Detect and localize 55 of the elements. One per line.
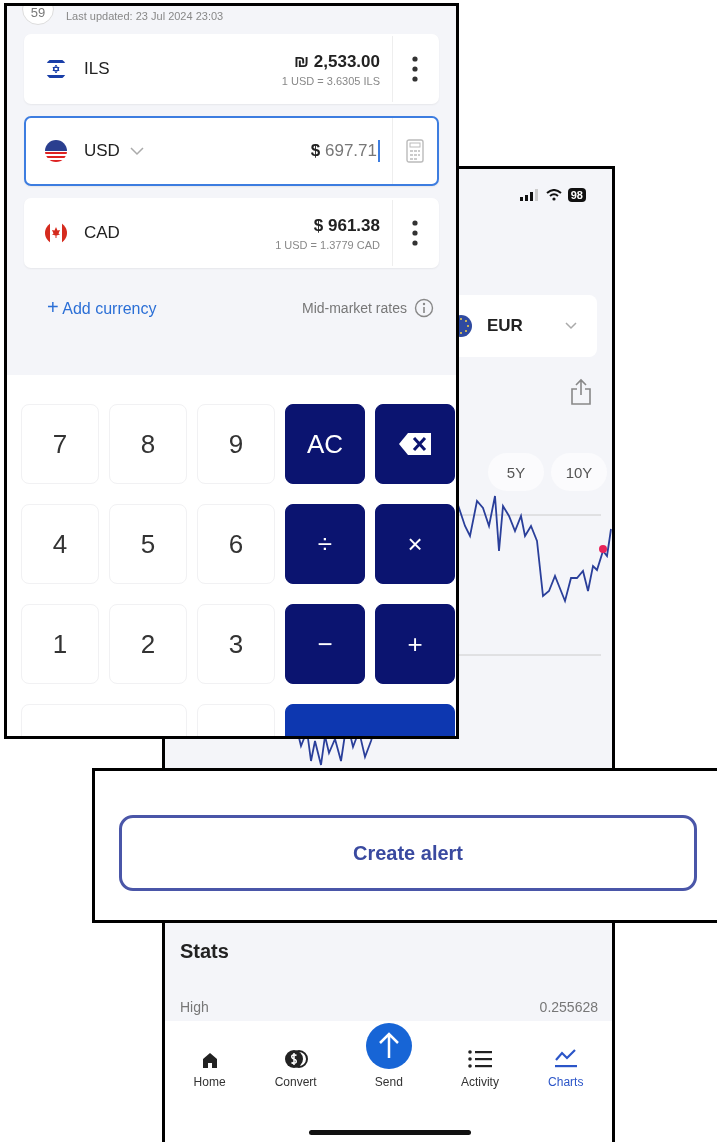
currency-card[interactable]: CAD $ 961.38 1 USD = 1.3779 CAD xyxy=(24,198,439,268)
keypad-key[interactable]: 7 xyxy=(21,404,99,484)
amount-field[interactable]: $ 697.71 xyxy=(310,140,380,162)
list-icon xyxy=(466,1049,493,1069)
keypad-key[interactable]: 8 xyxy=(109,404,187,484)
tab-bar-item[interactable]: Charts xyxy=(544,1021,588,1089)
keypad-key[interactable]: − xyxy=(285,604,365,684)
backspace-key[interactable] xyxy=(375,404,455,484)
currency-selector[interactable]: EUR xyxy=(459,295,597,357)
currency-card[interactable]: ILS ₪ 2,533.00 1 USD = 3.6305 ILS xyxy=(24,34,439,104)
keypad-key[interactable]: + xyxy=(375,604,455,684)
us-flag-icon xyxy=(44,139,68,163)
keypad-key[interactable]: 2 xyxy=(109,604,187,684)
share-icon xyxy=(570,378,592,406)
keypad-key[interactable]: 5 xyxy=(109,504,187,584)
signal-icon xyxy=(519,189,540,201)
keypad-key[interactable]: 6 xyxy=(197,504,275,584)
more-icon[interactable] xyxy=(412,56,418,82)
tab-bar-item[interactable]: Convert xyxy=(270,1021,321,1089)
range-chip[interactable]: 5Y xyxy=(488,453,544,491)
battery-icon: 98 xyxy=(567,188,586,202)
create-alert-button[interactable]: Create alert xyxy=(119,815,697,891)
keypad-key[interactable]: × xyxy=(375,504,455,584)
stat-label: High xyxy=(180,999,209,1015)
last-updated-text: Last updated: 23 Jul 2024 23:03 xyxy=(66,10,224,22)
exchange-rate: 1 USD = 3.6305 ILS xyxy=(281,74,380,87)
currency-amount: ₪ 2,533.00 xyxy=(294,51,380,72)
keypad-key[interactable]: AC xyxy=(285,404,365,484)
tab-bar-item[interactable]: Send xyxy=(361,1021,416,1089)
keypad-key[interactable]: ÷ xyxy=(285,504,365,584)
count-badge: 59 xyxy=(22,6,54,25)
keypad-key[interactable]: 9 xyxy=(197,404,275,484)
tab-bar-item[interactable]: Home xyxy=(189,1021,230,1089)
calculator-icon[interactable] xyxy=(406,139,424,163)
range-chip[interactable]: 10Y xyxy=(551,453,607,491)
rates-note: Mid-market rates xyxy=(301,299,407,316)
currency-card[interactable]: USD $ 697.71 xyxy=(24,116,439,186)
chevron-down-icon xyxy=(564,322,577,330)
section-title: Stats xyxy=(180,940,230,963)
add-currency-link[interactable]: + Add currency xyxy=(47,296,157,319)
chevron-down-icon xyxy=(129,146,144,156)
keypad-key[interactable]: 3 xyxy=(197,604,275,684)
wifi-icon xyxy=(545,189,562,201)
currency-amount: $ 961.38 xyxy=(313,215,380,236)
keypad-key[interactable]: 4 xyxy=(21,504,99,584)
info-icon[interactable] xyxy=(414,297,434,318)
more-icon[interactable] xyxy=(412,220,418,246)
home-icon xyxy=(200,1051,219,1069)
keypad-key[interactable]: 1 xyxy=(21,604,99,684)
exchange-rate: 1 USD = 1.3779 CAD xyxy=(275,238,380,251)
stat-value: 0.255628 xyxy=(539,999,598,1015)
tab-bar-item[interactable]: Activity xyxy=(456,1021,503,1089)
coin-icon xyxy=(283,1049,308,1069)
backspace-icon xyxy=(398,432,432,456)
line-chart-icon xyxy=(553,1047,578,1069)
